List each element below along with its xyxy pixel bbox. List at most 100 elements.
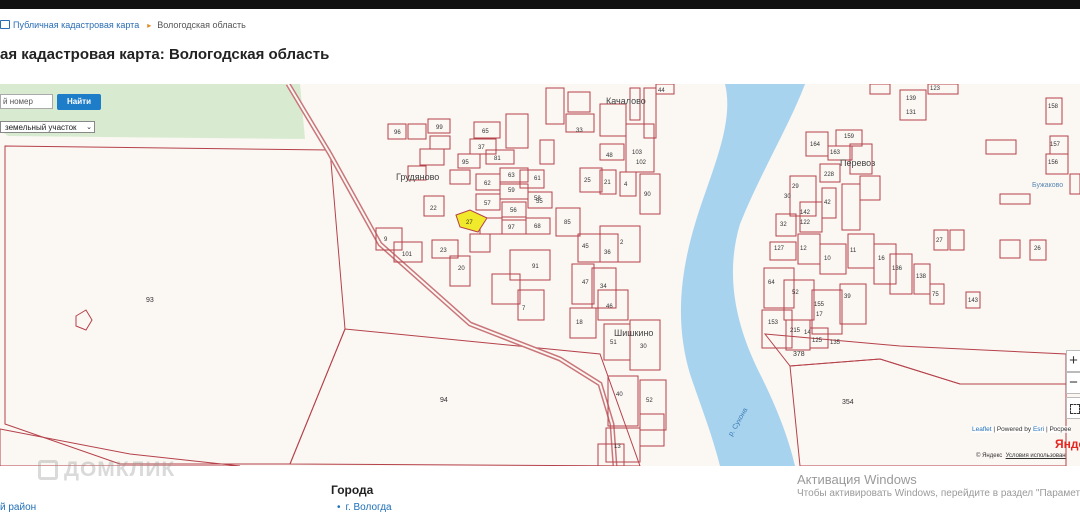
breadcrumb-link[interactable]: Публичная кадастровая карта (13, 20, 139, 30)
search-button[interactable]: Найти (57, 94, 101, 110)
parcel-number: 97 (508, 225, 515, 231)
parcel-number: 101 (402, 252, 413, 258)
leaflet-link[interactable]: Leaflet (972, 426, 992, 433)
parcel-94 (289, 328, 641, 466)
parcel-number: 65 (482, 129, 489, 135)
parcel-number: 55 (536, 199, 543, 205)
parcel-number: 20 (458, 266, 465, 272)
parcel-number: 4 (624, 182, 628, 188)
attribution-separator: | Powered by (991, 426, 1033, 433)
parcel-number: 378 (793, 351, 805, 358)
parcel-number: 63 (508, 173, 515, 179)
yandex-terms-link[interactable]: Условия использован (1006, 453, 1066, 459)
small-parcel (75, 309, 93, 331)
parcel-number: 27 (936, 238, 943, 244)
parcel-number: 61 (534, 176, 541, 182)
chevron-down-icon: ⌄ (86, 124, 92, 131)
attribution-rest: | Росрее (1044, 426, 1072, 433)
parcel-number: 11 (850, 248, 857, 254)
parcel-number: 48 (606, 153, 613, 159)
breadcrumb-separator-icon: ▸ (147, 21, 152, 30)
esri-link[interactable]: Esri (1033, 426, 1044, 433)
parcel-number: 155 (814, 302, 825, 308)
yandex-copyright: © Яндекс Условия использован (976, 453, 1066, 459)
city-link[interactable]: г. Вологда (346, 502, 392, 513)
object-type-value: земельный участок (5, 123, 77, 132)
place-label: Перевоз (840, 158, 875, 168)
parcel-number: 27 (466, 220, 473, 226)
parcel-number: 14 (804, 330, 811, 336)
parcel-number: 33 (576, 128, 583, 134)
parcel-number: 158 (1048, 104, 1059, 110)
parcel-cluster-left (375, 84, 675, 466)
parcel-number: 52 (792, 290, 799, 296)
parcel-number: 46 (606, 304, 613, 310)
parcel-number: 23 (440, 248, 447, 254)
parcel-number: 18 (576, 320, 583, 326)
road (285, 84, 618, 466)
parcel-number: 45 (582, 244, 589, 250)
cadastral-map[interactable]: Качалово Грудяново Перевоз Шишкино Бужак… (0, 84, 1080, 466)
parcel-number: 37 (478, 145, 485, 151)
parcel-number: 94 (440, 397, 448, 404)
map-attribution: Leaflet | Powered by Esri | Росрее (972, 426, 1072, 433)
parcel-number: 159 (844, 134, 855, 140)
parcel-number: 12 (800, 246, 807, 252)
parcel-number: 99 (436, 125, 443, 131)
parcel-number: 9 (384, 237, 388, 243)
yandex-logo[interactable]: Янде (1055, 437, 1080, 451)
parcel-number: 142 (800, 210, 811, 216)
parcel-number: 68 (534, 224, 541, 230)
parcel-number: 25 (584, 178, 591, 184)
parcel-93 (4, 145, 346, 465)
parcel-number: 56 (510, 208, 517, 214)
parcel-number: 30 (784, 194, 791, 200)
parcel-number: 102 (636, 160, 647, 166)
fullscreen-icon (1070, 404, 1080, 414)
parcel-cluster-right (761, 84, 1080, 351)
parcel-number: 57 (484, 201, 491, 207)
parcel-number: 34 (600, 284, 607, 290)
city-link-item[interactable]: • г. Вологда (337, 502, 392, 513)
parcel-number: 17 (816, 312, 823, 318)
parcel-number: 16 (878, 256, 885, 262)
parcel-number: 75 (932, 292, 939, 298)
parcel-number: 136 (892, 266, 903, 272)
yandex-copyright-text: © Яндекс (976, 453, 1003, 459)
zoom-out-button[interactable]: − (1066, 372, 1080, 394)
parcel-number: 163 (830, 150, 841, 156)
zoom-in-button[interactable]: + (1066, 350, 1080, 372)
parcel-number: 29 (792, 184, 799, 190)
parcel-number: 123 (930, 86, 941, 92)
map-icon (0, 20, 10, 29)
parcel-number: 47 (582, 280, 589, 286)
parcel-number: 122 (800, 220, 811, 226)
parcel-number: 156 (1048, 160, 1059, 166)
parcel-number: 62 (484, 181, 491, 187)
windows-activation-text: Чтобы активировать Windows, перейдите в … (797, 488, 1080, 499)
parcel-number: 64 (768, 280, 775, 286)
parcel-number: 164 (810, 142, 821, 148)
parcel-number: 139 (906, 96, 917, 102)
place-label: Шишкино (614, 328, 653, 338)
place-label: Бужаково (1032, 182, 1063, 189)
parcel-number: 91 (532, 264, 539, 270)
domclick-house-icon (38, 460, 58, 480)
parcel-number: 153 (768, 320, 779, 326)
fullscreen-button[interactable] (1066, 397, 1080, 419)
breadcrumb: Публичная кадастровая карта ▸ Вологодская … (0, 20, 246, 30)
parcel-number: 131 (906, 110, 917, 116)
page-title: ая кадастровая карта: Вологодская област… (0, 46, 330, 63)
map-canvas: Качалово Грудяново Перевоз Шишкино Бужак… (0, 84, 1080, 466)
parcel-number: 10 (824, 256, 831, 262)
parcel-number: 85 (564, 220, 571, 226)
parcel-number: 125 (812, 338, 823, 344)
parcel-number: 52 (646, 398, 653, 404)
cadastral-number-input[interactable]: й номер (0, 94, 53, 109)
object-type-select[interactable]: земельный участок ⌄ (0, 121, 95, 133)
parcel-number: 127 (774, 246, 785, 252)
district-link[interactable]: й район (0, 502, 36, 513)
parcel-number: 2 (620, 240, 624, 246)
parcel-number: 26 (1034, 246, 1041, 252)
parcel-number: 138 (916, 274, 927, 280)
